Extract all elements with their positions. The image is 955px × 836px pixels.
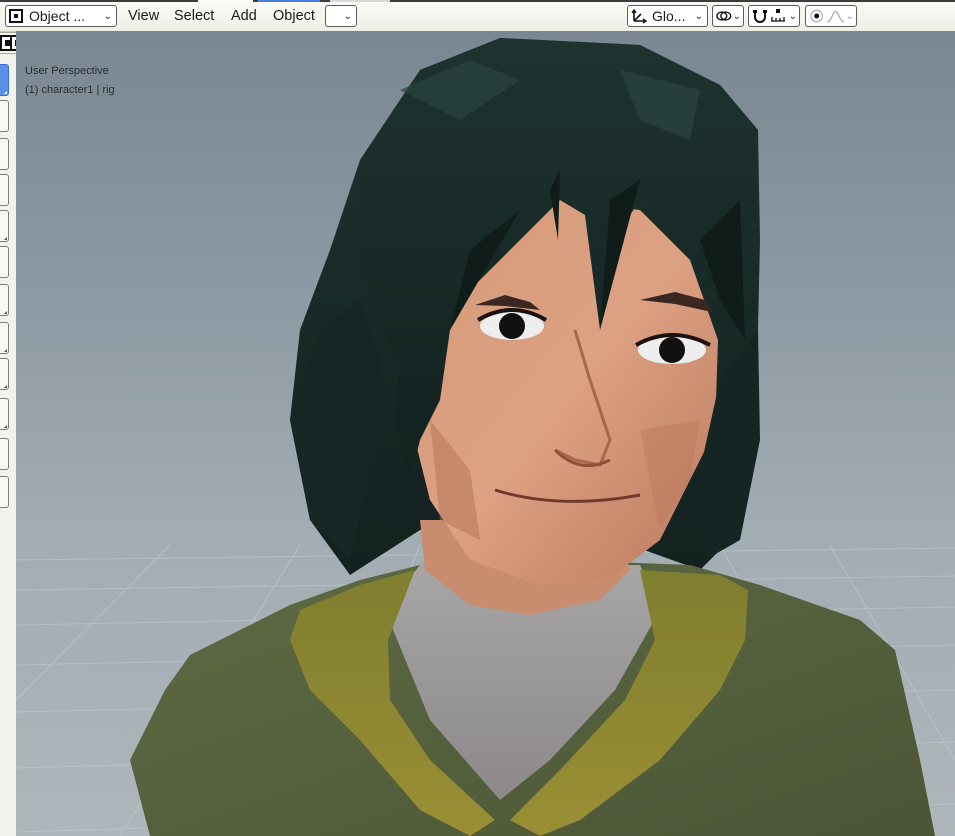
workspace-tab-strip: [0, 0, 955, 2]
tool-shelf: [0, 54, 16, 836]
transform-orientation-dropdown[interactable]: Glo... ⌄: [627, 5, 708, 27]
tool-move[interactable]: [0, 138, 9, 170]
gizmo-dropdown[interactable]: ⌄: [325, 5, 357, 27]
transform-orientation-label: Glo...: [652, 8, 686, 24]
snap-increment-icon: [771, 9, 785, 22]
chevron-down-icon: ⌄: [103, 10, 112, 22]
tool-add-cube[interactable]: [0, 358, 9, 390]
tool-cursor[interactable]: [0, 100, 9, 132]
pivot-point-icon: [716, 11, 732, 21]
snap-dropdown[interactable]: ⌄: [748, 5, 800, 27]
proportional-editing-icon: [810, 9, 823, 23]
tool-rotate[interactable]: [0, 174, 9, 206]
chevron-down-icon: ⌄: [343, 10, 352, 22]
3d-viewport[interactable]: User Perspective (1) character1 | rig: [16, 31, 955, 836]
tool-scale[interactable]: [0, 210, 9, 242]
tool-measure[interactable]: [0, 322, 9, 354]
menu-add[interactable]: Add: [229, 5, 259, 27]
chevron-down-icon: ⌄: [845, 10, 854, 22]
viewport-canvas[interactable]: [16, 31, 955, 836]
menu-select[interactable]: Select: [172, 5, 216, 27]
menu-object[interactable]: Object: [271, 5, 317, 27]
perspective-label: User Perspective: [25, 65, 109, 77]
tool-extra-1[interactable]: [0, 398, 9, 430]
transform-orientation-icon: [631, 8, 648, 24]
proportional-editing-dropdown[interactable]: ⌄: [805, 5, 857, 27]
falloff-curve-icon: [827, 10, 845, 23]
tool-transform[interactable]: [0, 246, 9, 278]
chevron-down-icon: ⌄: [694, 10, 703, 22]
tool-extra-2[interactable]: [0, 438, 9, 470]
menu-view[interactable]: View: [126, 5, 161, 27]
tool-select-box[interactable]: [0, 64, 9, 96]
tool-annotate[interactable]: [0, 284, 9, 316]
pivot-point-dropdown[interactable]: ⌄: [712, 5, 744, 27]
chevron-down-icon: ⌄: [788, 10, 797, 22]
mode-dropdown[interactable]: Object ... ⌄: [5, 5, 117, 27]
tool-extra-3[interactable]: [0, 476, 9, 508]
active-object-label: (1) character1 | rig: [25, 84, 115, 96]
mode-dropdown-label: Object ...: [29, 8, 86, 24]
snap-magnet-icon: [753, 10, 767, 23]
object-mode-icon: [9, 9, 23, 23]
chevron-down-icon: ⌄: [732, 10, 741, 22]
viewport-header: Object ... ⌄ View Select Add Object ⌄ Gl…: [0, 0, 955, 32]
